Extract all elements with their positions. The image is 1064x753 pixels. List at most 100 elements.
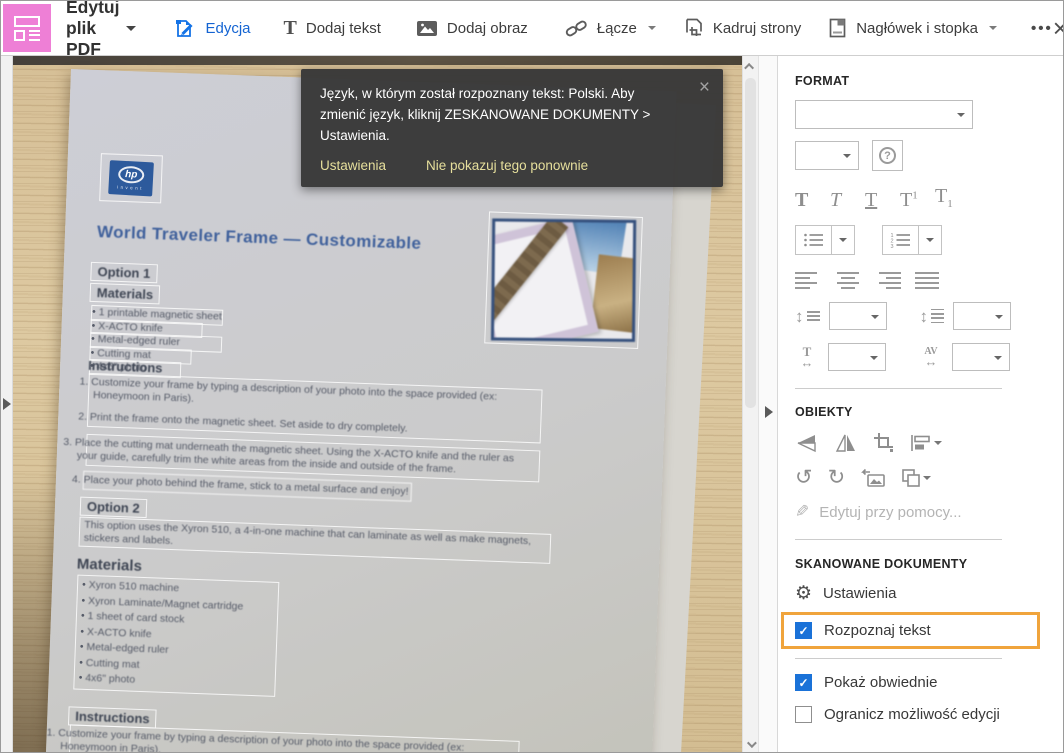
character-spacing-select[interactable] xyxy=(952,343,1010,371)
instruction-item[interactable]: 1. Customize your frame by typing a desc… xyxy=(79,376,538,418)
scanned-settings-button[interactable]: ⚙ Ustawienia xyxy=(795,584,1047,603)
underline-button[interactable]: T xyxy=(865,190,900,210)
scroll-down-button[interactable] xyxy=(743,736,758,752)
materials2-heading: Materials xyxy=(76,555,143,575)
more-tools-button[interactable]: ••• xyxy=(1031,20,1053,37)
paragraph-spacing-icon: ↕ xyxy=(920,308,944,325)
rotate-cw-button[interactable]: ↻ xyxy=(828,467,846,488)
materials2-list[interactable]: Xyron 510 machine Xyron Laminate/Magnet … xyxy=(73,574,280,697)
chevron-down-icon xyxy=(923,475,932,484)
add-text-button[interactable]: T Dodaj tekst xyxy=(284,18,381,38)
font-family-select[interactable] xyxy=(795,100,973,129)
italic-button[interactable]: T xyxy=(830,190,865,210)
link-label: Łącze xyxy=(596,19,637,37)
toolbar: Edytuj plik PDF Edycja T Dodaj tekst Dod… xyxy=(1,1,1063,59)
numbered-list-button[interactable]: 123 xyxy=(882,225,942,255)
hp-logo[interactable]: hp invent xyxy=(99,153,163,204)
vertical-scrollbar[interactable] xyxy=(742,56,758,752)
panel-gutter xyxy=(758,56,779,752)
svg-text:3: 3 xyxy=(890,244,893,248)
horizontal-scale-icon: T ↔ xyxy=(800,344,814,371)
superscript-button[interactable]: T1 xyxy=(900,190,935,210)
option2-heading[interactable]: Option 2 xyxy=(79,496,147,519)
expand-panel-arrow-icon[interactable] xyxy=(765,406,779,418)
layout-glyph xyxy=(14,15,40,27)
close-toolbar-button[interactable]: × xyxy=(1053,15,1063,41)
acrobat-edit-pdf-window: Edytuj plik PDF Edycja T Dodaj tekst Dod… xyxy=(0,0,1064,753)
option1-heading[interactable]: Option 1 xyxy=(90,261,158,284)
font-size-select[interactable] xyxy=(795,141,859,170)
rotate-ccw-button[interactable]: ↺ xyxy=(795,467,813,488)
align-justify-button[interactable] xyxy=(915,272,941,289)
scroll-up-button[interactable] xyxy=(743,58,758,74)
option2-intro[interactable]: This option uses the Xyron 510, a 4-in-o… xyxy=(78,516,552,565)
tool-title-label: Edytuj plik PDF xyxy=(66,0,120,59)
check-icon: ✓ xyxy=(798,675,809,690)
notification-message: Język, w którym został rozpoznany tekst:… xyxy=(320,86,651,143)
notification-settings-link[interactable]: Ustawienia xyxy=(320,158,386,173)
show-bounding-row: ✓ Pokaż obwiednie xyxy=(795,674,1047,691)
format-help-button[interactable]: ? xyxy=(872,140,903,171)
tool-mode-icon[interactable] xyxy=(3,4,51,52)
chevron-down-icon xyxy=(988,26,997,34)
add-image-button[interactable]: Dodaj obraz xyxy=(416,20,528,37)
flip-horizontal-button[interactable] xyxy=(834,433,858,453)
flip-vertical-button[interactable] xyxy=(795,433,819,453)
edit-using-label: Edytuj przy pomocy... xyxy=(819,503,962,521)
frame-photo-thumbnail[interactable] xyxy=(484,211,643,349)
recognize-text-checkbox[interactable]: ✓ xyxy=(795,622,812,639)
document-title: World Traveler Frame — Customizable xyxy=(96,222,422,253)
horizontal-scale-select[interactable] xyxy=(828,343,886,371)
arrange-objects-button[interactable] xyxy=(901,468,932,488)
objects-heading: OBIEKTY xyxy=(795,405,853,419)
notification-dismiss-link[interactable]: Nie pokazuj tego ponownie xyxy=(426,158,588,173)
edit-mode-button[interactable]: Edycja xyxy=(174,18,251,39)
hp-logo-badge: hp invent xyxy=(108,160,154,197)
instructions2-heading[interactable]: Instructions xyxy=(67,706,157,729)
restrict-editing-checkbox[interactable] xyxy=(795,706,812,723)
instruction-item[interactable]: 1. Customize your frame by typing a desc… xyxy=(46,723,520,752)
instructions1-list: 1. Customize your frame by typing a desc… xyxy=(63,372,543,512)
crop-object-button[interactable] xyxy=(873,432,895,454)
chevron-down-icon xyxy=(647,26,656,34)
show-bounding-label: Pokaż obwiednie xyxy=(824,674,938,691)
bulleted-list-dropdown[interactable] xyxy=(832,225,855,255)
line-spacing-select[interactable] xyxy=(828,302,887,330)
align-center-button[interactable] xyxy=(835,272,861,289)
chevron-down-icon xyxy=(870,315,879,323)
show-bounding-checkbox[interactable]: ✓ xyxy=(795,674,812,691)
chevron-down-icon xyxy=(843,154,851,162)
subscript-button[interactable]: T1 xyxy=(935,186,970,210)
link-chain-icon xyxy=(565,20,587,36)
left-pane-strip[interactable] xyxy=(1,56,13,752)
close-icon[interactable]: × xyxy=(699,78,710,97)
line-spacing-icon: ↕ xyxy=(795,308,820,325)
crop-icon xyxy=(874,433,893,452)
recognize-text-highlight: ✓ Rozpoznaj tekst xyxy=(781,612,1040,649)
scrollbar-thumb[interactable] xyxy=(745,78,756,408)
text-T-icon: T xyxy=(283,17,297,39)
instruction-item[interactable]: 3. Place the cutting mat underneath the … xyxy=(63,433,541,483)
materials1-heading[interactable]: Materials xyxy=(89,282,161,305)
edit-mode-label: Edycja xyxy=(205,19,251,37)
format-heading: FORMAT xyxy=(795,74,850,88)
check-icon: ✓ xyxy=(798,623,809,638)
align-objects-button[interactable] xyxy=(910,433,942,453)
bold-button[interactable]: T xyxy=(795,190,830,210)
edit-page-icon xyxy=(176,19,194,37)
align-left-button[interactable] xyxy=(795,272,821,289)
link-button[interactable]: Łącze xyxy=(565,20,656,37)
tool-title-dropdown[interactable]: Edytuj plik PDF xyxy=(66,0,137,60)
header-footer-button[interactable]: Nagłówek i stopka xyxy=(829,18,997,38)
recognize-text-label: Rozpoznaj tekst xyxy=(824,622,931,639)
replace-image-button[interactable] xyxy=(860,468,886,488)
crop-pages-button[interactable]: Kadruj strony xyxy=(684,18,801,38)
chevron-up-icon xyxy=(744,62,755,73)
numbered-list-dropdown[interactable] xyxy=(919,225,942,255)
help-icon: ? xyxy=(879,147,896,164)
instructions1-heading: Instructions xyxy=(87,357,163,376)
align-right-button[interactable] xyxy=(875,272,901,289)
edit-using-button[interactable]: ✎ Edytuj przy pomocy... xyxy=(795,502,1047,522)
bulleted-list-button[interactable] xyxy=(795,225,855,255)
paragraph-spacing-select[interactable] xyxy=(953,302,1011,330)
